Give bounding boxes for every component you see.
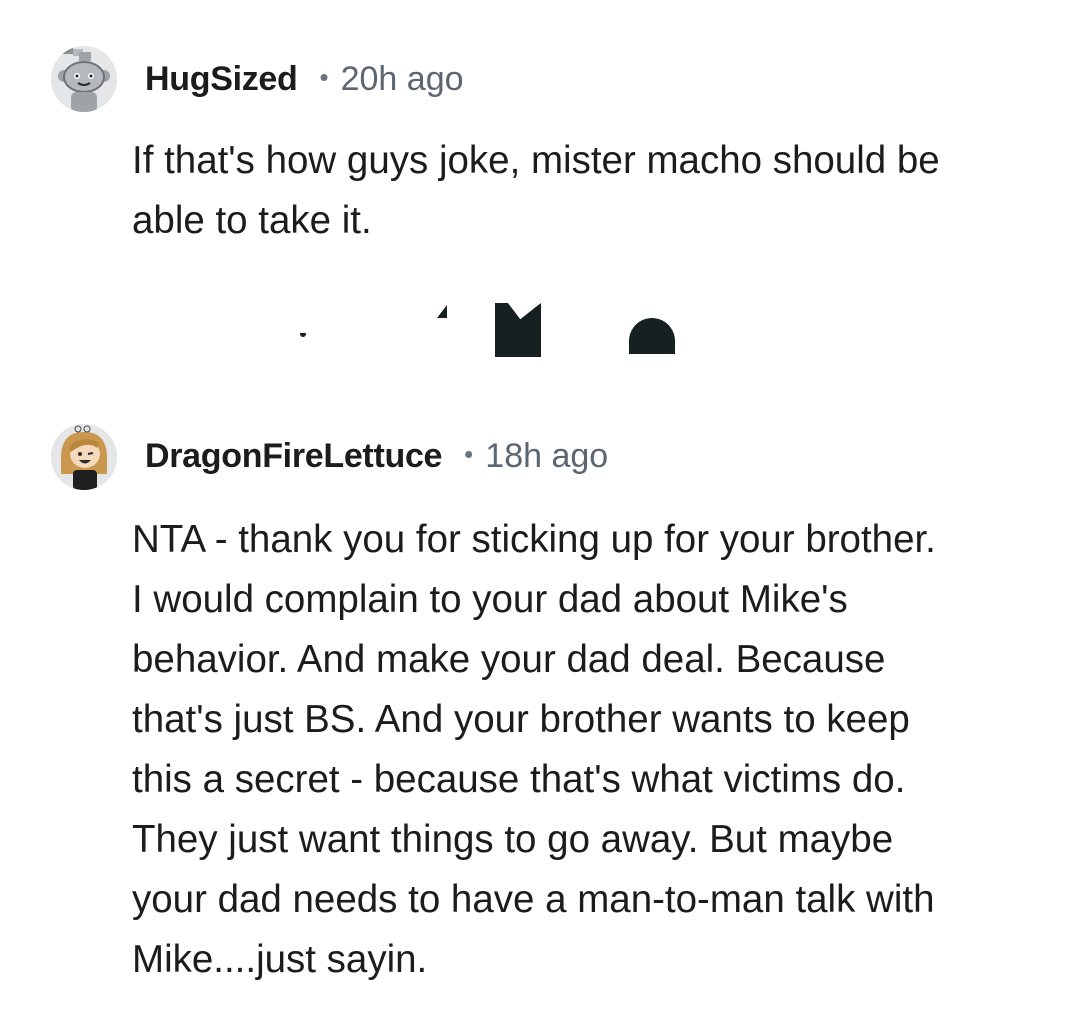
body-line: Mike....just sayin.: [132, 938, 428, 981]
comment-1: HugSized • 20h ago If that's how guys jo…: [0, 0, 1080, 380]
artifact-mark-1: [300, 333, 306, 337]
comment-meta: HugSized • 20h ago: [145, 56, 464, 102]
comment-2: DragonFireLettuce • 18h ago NTA - thank …: [0, 380, 1080, 1012]
reply-icon-fragment: [495, 303, 541, 357]
body-line: They just want things to go away. But ma…: [132, 818, 894, 861]
body-line: this a secret - because that's what vict…: [132, 758, 906, 801]
body-line: behavior. And make your dad deal. Becaus…: [132, 638, 886, 681]
artifact-mark-2: [437, 305, 447, 318]
body-line: I would complain to your dad about Mike'…: [132, 578, 848, 621]
comment-body: NTA - thank you for sticking up for your…: [132, 510, 1032, 990]
timestamp: 20h ago: [340, 59, 464, 98]
body-line: that's just BS. And your brother wants t…: [132, 698, 910, 741]
body-line: NTA - thank you for sticking up for your…: [132, 518, 936, 561]
body-line: able to take it.: [132, 199, 372, 242]
separator-dot: •: [464, 438, 474, 469]
separator-dot: •: [319, 61, 329, 92]
share-icon-fragment: [629, 318, 675, 354]
username[interactable]: DragonFireLettuce: [145, 437, 442, 476]
snoo-girl-avatar-icon: [51, 424, 117, 490]
avatar-hugsized[interactable]: [51, 46, 117, 112]
body-line: your dad needs to have a man-to-man talk…: [132, 878, 935, 921]
snoo-robot-avatar-icon: [51, 46, 117, 112]
avatar-dragonfirelettuce[interactable]: [51, 424, 117, 490]
comment-meta: DragonFireLettuce • 18h ago: [145, 433, 608, 479]
body-line: If that's how guys joke, mister macho sh…: [132, 139, 940, 182]
comment-body: If that's how guys joke, mister macho sh…: [132, 131, 1032, 251]
timestamp: 18h ago: [485, 436, 609, 475]
username[interactable]: HugSized: [145, 60, 298, 99]
